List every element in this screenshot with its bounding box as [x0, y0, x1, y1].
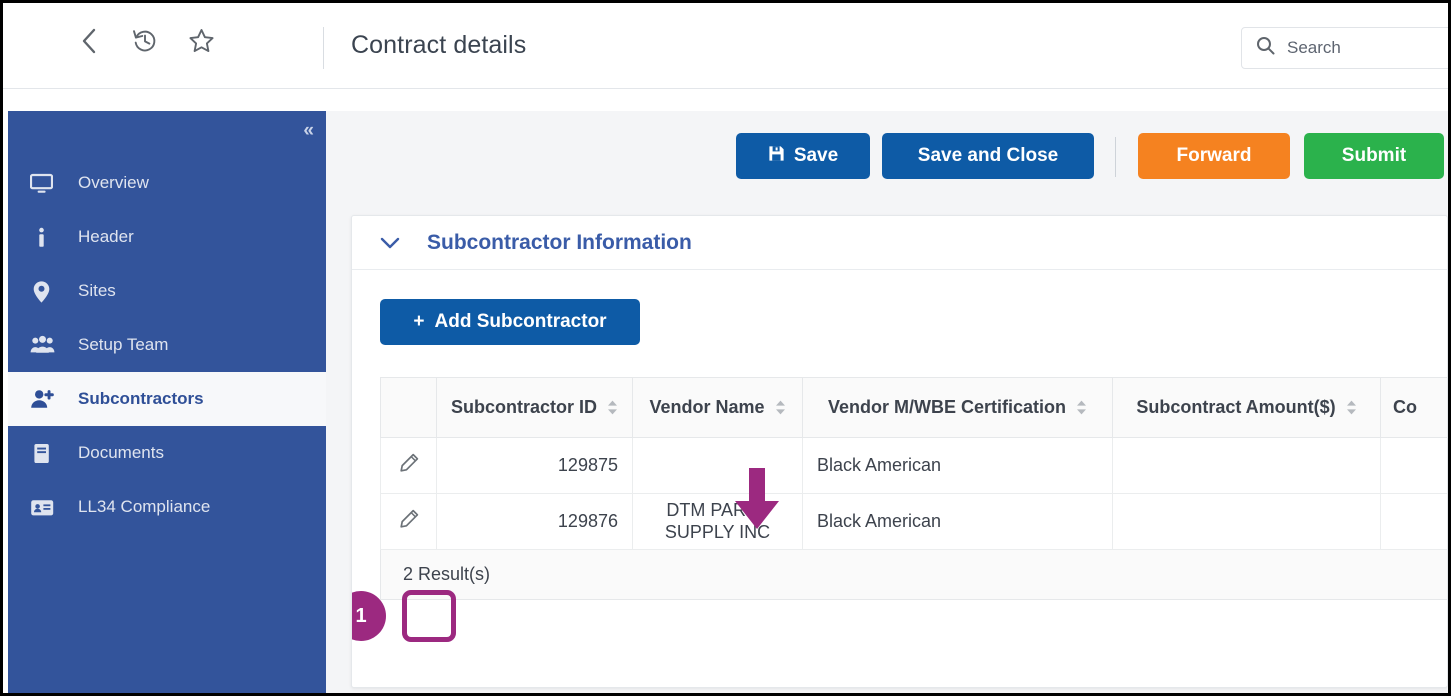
sidebar-item-label: Sites	[78, 281, 116, 301]
edit-row-cell[interactable]	[381, 438, 437, 494]
cell-co	[1381, 438, 1449, 494]
cell-co	[1381, 494, 1449, 550]
cell-vendor-name: DTM PARTS SUPPLY INC	[633, 494, 803, 550]
column-label: Co	[1393, 397, 1417, 418]
results-count: 2 Result(s)	[380, 550, 1448, 600]
sort-icon[interactable]	[1076, 400, 1087, 415]
info-icon	[30, 226, 60, 249]
plus-icon: +	[413, 311, 424, 333]
forward-button-label: Forward	[1177, 145, 1252, 167]
submit-button[interactable]: Submit	[1304, 133, 1444, 179]
history-icon[interactable]	[131, 27, 159, 55]
column-header-subcontractor-id[interactable]: Subcontractor ID	[437, 378, 633, 438]
sidebar-item-label: Setup Team	[78, 335, 168, 355]
person-add-icon	[30, 388, 60, 411]
toolbar-divider	[1115, 137, 1116, 177]
top-bar: Contract details Search	[3, 3, 1448, 89]
map-pin-icon	[30, 280, 60, 303]
sidebar-item-label: Overview	[78, 173, 149, 193]
column-label: Vendor M/WBE Certification	[828, 397, 1066, 418]
panel-title: Subcontractor Information	[427, 231, 692, 255]
back-chevron-icon[interactable]	[75, 27, 103, 55]
column-header-vendor-name[interactable]: Vendor Name	[633, 378, 803, 438]
table-row[interactable]: 129876 DTM PARTS SUPPLY INC Black Americ…	[381, 494, 1449, 550]
action-toolbar: Save Save and Close Forward Submit	[326, 111, 1448, 203]
cell-certification: Black American	[803, 494, 1113, 550]
main-content: Save Save and Close Forward Submit Subco…	[326, 111, 1448, 694]
monitor-icon	[30, 172, 60, 195]
column-header-vendor-mwbe-certification[interactable]: Vendor M/WBE Certification	[803, 378, 1113, 438]
sidebar: « Overview Header Sites	[8, 111, 326, 694]
forward-button[interactable]: Forward	[1138, 133, 1290, 179]
column-label: Subcontractor ID	[451, 397, 597, 418]
edit-pencil-icon[interactable]	[398, 514, 420, 534]
sidebar-item-label: Header	[78, 227, 134, 247]
save-button-label: Save	[794, 145, 838, 167]
sidebar-item-setup-team[interactable]: Setup Team	[8, 318, 326, 372]
table-row[interactable]: 129875 Black American	[381, 438, 1449, 494]
favorite-star-icon[interactable]	[187, 27, 215, 55]
sidebar-collapse-icon[interactable]: «	[303, 121, 312, 140]
sidebar-item-overview[interactable]: Overview	[8, 156, 326, 210]
subcontractor-table: Subcontractor ID Vendor Name	[380, 377, 1448, 550]
sidebar-item-header[interactable]: Header	[8, 210, 326, 264]
search-icon	[1256, 36, 1275, 60]
cell-vendor-name	[633, 438, 803, 494]
document-icon	[30, 442, 60, 465]
sidebar-item-documents[interactable]: Documents	[8, 426, 326, 480]
column-label: Subcontract Amount($)	[1136, 397, 1335, 418]
sort-icon[interactable]	[775, 400, 786, 415]
column-header-co[interactable]: Co	[1381, 378, 1449, 438]
sidebar-nav: Overview Header Sites Setup Team	[8, 156, 326, 534]
sort-icon[interactable]	[1346, 400, 1357, 415]
edit-row-cell[interactable]	[381, 494, 437, 550]
floppy-disk-icon	[768, 145, 785, 168]
subcontractor-table-wrapper: Subcontractor ID Vendor Name	[380, 377, 1448, 600]
save-and-close-button[interactable]: Save and Close	[882, 133, 1094, 179]
panel-header[interactable]: Subcontractor Information	[352, 216, 1447, 270]
table-header-row: Subcontractor ID Vendor Name	[381, 378, 1449, 438]
add-subcontractor-label: Add Subcontractor	[435, 311, 607, 333]
search-box[interactable]: Search	[1241, 27, 1451, 69]
sidebar-item-label: LL34 Compliance	[78, 497, 210, 517]
cell-subcontract-amount	[1113, 494, 1381, 550]
sidebar-item-ll34-compliance[interactable]: LL34 Compliance	[8, 480, 326, 534]
sidebar-item-label: Documents	[78, 443, 164, 463]
edit-pencil-icon[interactable]	[398, 458, 420, 478]
sidebar-item-subcontractors[interactable]: Subcontractors	[8, 372, 326, 426]
sort-icon[interactable]	[607, 400, 618, 415]
cell-subcontract-amount	[1113, 438, 1381, 494]
column-label: Vendor Name	[649, 397, 764, 418]
cell-subcontractor-id: 129876	[437, 494, 633, 550]
cell-certification: Black American	[803, 438, 1113, 494]
add-subcontractor-button[interactable]: + Add Subcontractor	[380, 299, 640, 345]
chevron-down-icon[interactable]	[380, 233, 400, 253]
sidebar-item-label: Subcontractors	[78, 389, 204, 409]
column-header-edit	[381, 378, 437, 438]
people-icon	[30, 334, 60, 357]
sidebar-item-sites[interactable]: Sites	[8, 264, 326, 318]
subcontractor-information-panel: Subcontractor Information + Add Subcontr…	[351, 215, 1448, 688]
cell-subcontractor-id: 129875	[437, 438, 633, 494]
app-window: Contract details Search « Overview Heade…	[0, 0, 1451, 696]
submit-button-label: Submit	[1342, 145, 1406, 167]
page-title: Contract details	[351, 31, 526, 60]
save-button[interactable]: Save	[736, 133, 870, 179]
top-bar-divider	[323, 27, 324, 69]
column-header-subcontract-amount[interactable]: Subcontract Amount($)	[1113, 378, 1381, 438]
save-and-close-button-label: Save and Close	[918, 145, 1058, 167]
id-card-icon	[30, 496, 60, 519]
search-input-placeholder[interactable]: Search	[1287, 38, 1341, 58]
top-bar-icon-group	[75, 27, 215, 55]
